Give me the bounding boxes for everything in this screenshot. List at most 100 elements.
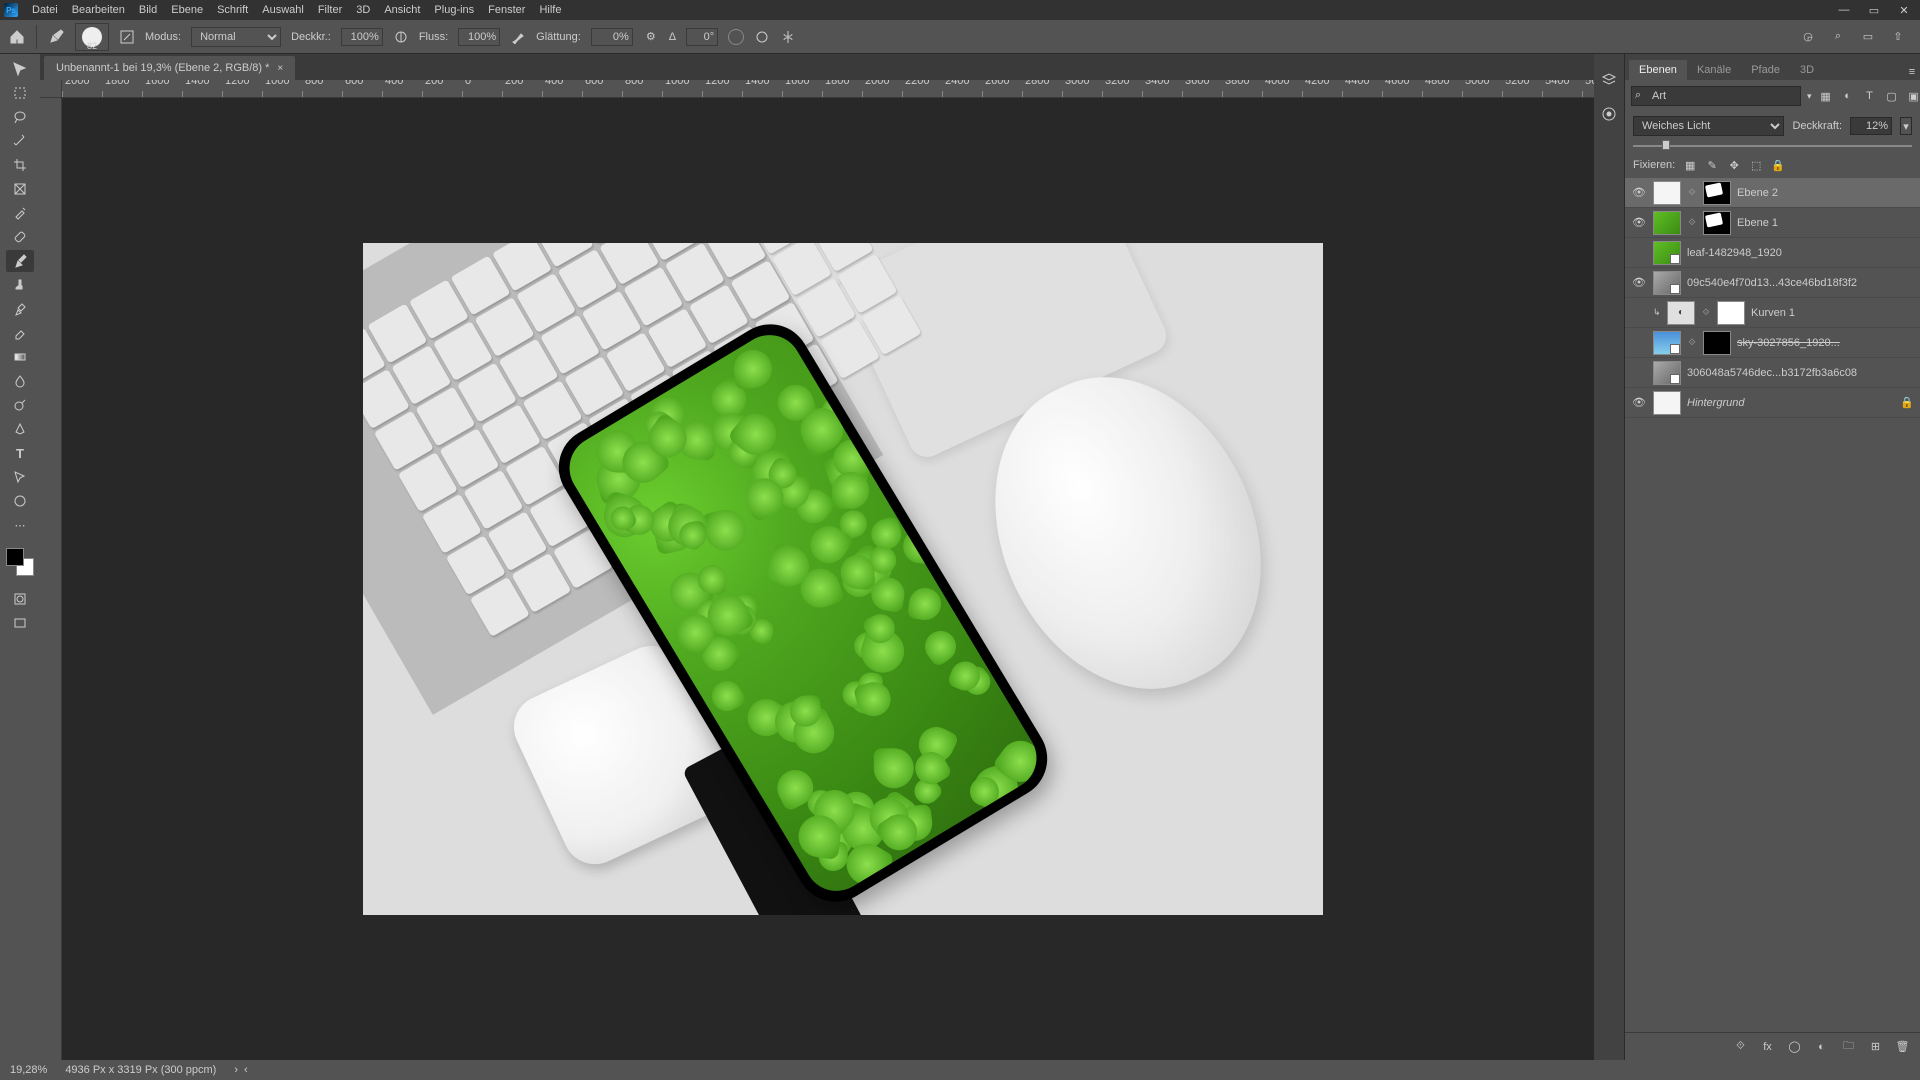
layer-name[interactable]: 09c540e4f70d13...43ce46bd18f3f2 (1687, 277, 1914, 289)
brush-panel-toggle[interactable] (119, 29, 135, 45)
layer-row[interactable]: ↳◐⟐Kurven 1 (1625, 298, 1920, 328)
shape-tool[interactable] (6, 490, 34, 512)
cloud-docs-icon[interactable]: ◶ (1800, 29, 1816, 45)
layer-name[interactable]: Kurven 1 (1751, 307, 1914, 319)
adjustment-layer-icon[interactable]: ◐ (1814, 1039, 1829, 1054)
lock-icon[interactable]: 🔒 (1900, 396, 1914, 409)
opacity-dropdown-icon[interactable]: ▾ (1900, 117, 1912, 135)
share-icon[interactable]: ⇧ (1890, 29, 1906, 45)
tab-ebenen[interactable]: Ebenen (1629, 60, 1687, 80)
collapsed-channels-icon[interactable] (1599, 104, 1619, 124)
ruler-origin[interactable] (40, 80, 62, 98)
tab-pfade[interactable]: Pfade (1741, 60, 1790, 80)
menu-filter[interactable]: Filter (318, 4, 342, 16)
layer-row[interactable]: 👁⟐Ebene 1 (1625, 208, 1920, 238)
visibility-toggle[interactable]: 👁 (1631, 276, 1647, 289)
blend-mode-select[interactable]: Normal (191, 27, 281, 47)
pressure-size-icon[interactable] (754, 29, 770, 45)
layer-row[interactable]: 👁⟐Ebene 2 (1625, 178, 1920, 208)
layer-search-input[interactable] (1631, 86, 1801, 106)
move-tool[interactable] (6, 58, 34, 80)
layer-opacity-input[interactable] (1850, 117, 1892, 135)
dodge-tool[interactable] (6, 394, 34, 416)
filter-smart-icon[interactable]: ▣ (1906, 88, 1920, 104)
stamp-tool[interactable] (6, 274, 34, 296)
angle-input[interactable] (686, 28, 718, 46)
minimize-button[interactable]: — (1838, 4, 1850, 16)
layer-row[interactable]: 306048a5746dec...b3172fb3a6c08 (1625, 358, 1920, 388)
add-mask-icon[interactable]: ◯ (1787, 1039, 1802, 1054)
close-tab-icon[interactable]: × (277, 63, 283, 74)
lock-position-icon[interactable]: ✥ (1727, 158, 1741, 172)
status-arrow-left[interactable]: ‹ (244, 1064, 248, 1076)
layer-mask-thumb[interactable] (1703, 331, 1731, 355)
visibility-toggle[interactable]: 👁 (1631, 216, 1647, 229)
more-tools[interactable]: ⋯ (6, 514, 34, 536)
layer-mask-thumb[interactable] (1703, 181, 1731, 205)
vertical-ruler[interactable] (40, 98, 62, 1060)
eyedropper-tool[interactable] (6, 202, 34, 224)
workspace-icon[interactable]: ▭ (1860, 29, 1876, 45)
zoom-level[interactable]: 19,28% (10, 1064, 47, 1076)
layer-name[interactable]: 306048a5746dec...b3172fb3a6c08 (1687, 367, 1914, 379)
visibility-toggle[interactable]: 👁 (1631, 186, 1647, 199)
visibility-toggle[interactable]: 👁 (1631, 396, 1647, 409)
home-icon[interactable] (8, 28, 26, 46)
menu-datei[interactable]: Datei (32, 4, 58, 16)
menu-bild[interactable]: Bild (139, 4, 157, 16)
status-arrow-right[interactable]: › (234, 1064, 238, 1076)
crop-tool[interactable] (6, 154, 34, 176)
layer-mask-thumb[interactable] (1703, 211, 1731, 235)
layer-row[interactable]: 👁 09c540e4f70d13...43ce46bd18f3f2 (1625, 268, 1920, 298)
layer-name[interactable]: sky-3027856_1920... (1737, 337, 1914, 349)
quickmask-toggle[interactable] (6, 588, 34, 610)
opacity-pressure-icon[interactable] (393, 29, 409, 45)
new-layer-icon[interactable]: ⊞ (1868, 1039, 1883, 1054)
brush-tool[interactable] (6, 250, 34, 272)
layer-row[interactable]: leaf-1482948_1920 (1625, 238, 1920, 268)
frame-tool[interactable] (6, 178, 34, 200)
link-layers-icon[interactable]: ⟐ (1733, 1039, 1748, 1054)
magic-wand-tool[interactable] (6, 130, 34, 152)
type-tool[interactable]: T (6, 442, 34, 464)
flow-input[interactable] (458, 28, 500, 46)
document-tab[interactable]: Unbenannt-1 bei 19,3% (Ebene 2, RGB/8) *… (44, 56, 295, 80)
filter-pixel-icon[interactable]: ▦ (1818, 88, 1834, 104)
artboard-tool[interactable] (6, 82, 34, 104)
layer-blend-select[interactable]: Weiches Licht (1633, 116, 1784, 136)
current-tool-icon[interactable] (47, 28, 65, 46)
color-swatches[interactable] (6, 548, 34, 576)
symmetry-icon[interactable] (780, 29, 796, 45)
menu-auswahl[interactable]: Auswahl (262, 4, 304, 16)
airbrush-icon[interactable] (510, 29, 526, 45)
menu-fenster[interactable]: Fenster (488, 4, 525, 16)
tab-kanale[interactable]: Kanäle (1687, 60, 1741, 80)
layer-mask-thumb[interactable] (1717, 301, 1745, 325)
filter-type-icon[interactable]: T (1862, 88, 1878, 104)
layer-row[interactable]: 👁Hintergrund🔒 (1625, 388, 1920, 418)
lock-all-icon[interactable]: 🔒 (1771, 158, 1785, 172)
smoothing-gear-icon[interactable]: ⚙ (643, 29, 659, 45)
menu-schrift[interactable]: Schrift (217, 4, 248, 16)
angle-dial[interactable] (728, 29, 744, 45)
brush-preset-picker[interactable]: 82 (75, 23, 109, 51)
eraser-tool[interactable] (6, 322, 34, 344)
filter-adjust-icon[interactable]: ◐ (1840, 88, 1856, 104)
lasso-tool[interactable] (6, 106, 34, 128)
canvas[interactable] (363, 243, 1323, 915)
layer-name[interactable]: Ebene 1 (1737, 217, 1914, 229)
menu-ansicht[interactable]: Ansicht (384, 4, 420, 16)
collapsed-layers-icon[interactable] (1599, 70, 1619, 90)
horizontal-ruler[interactable] (62, 80, 1624, 98)
foreground-color[interactable] (6, 548, 24, 566)
group-icon[interactable]: 🗀 (1841, 1039, 1856, 1054)
search-icon[interactable]: ⌕ (1830, 29, 1846, 45)
blur-tool[interactable] (6, 370, 34, 392)
path-select-tool[interactable] (6, 466, 34, 488)
opacity-slider[interactable] (1633, 140, 1912, 152)
menu-ebene[interactable]: Ebene (171, 4, 203, 16)
menu-plugins[interactable]: Plug-ins (434, 4, 474, 16)
menu-bearbeiten[interactable]: Bearbeiten (72, 4, 125, 16)
smoothing-input[interactable] (591, 28, 633, 46)
lock-nest-icon[interactable]: ⬚ (1749, 158, 1763, 172)
